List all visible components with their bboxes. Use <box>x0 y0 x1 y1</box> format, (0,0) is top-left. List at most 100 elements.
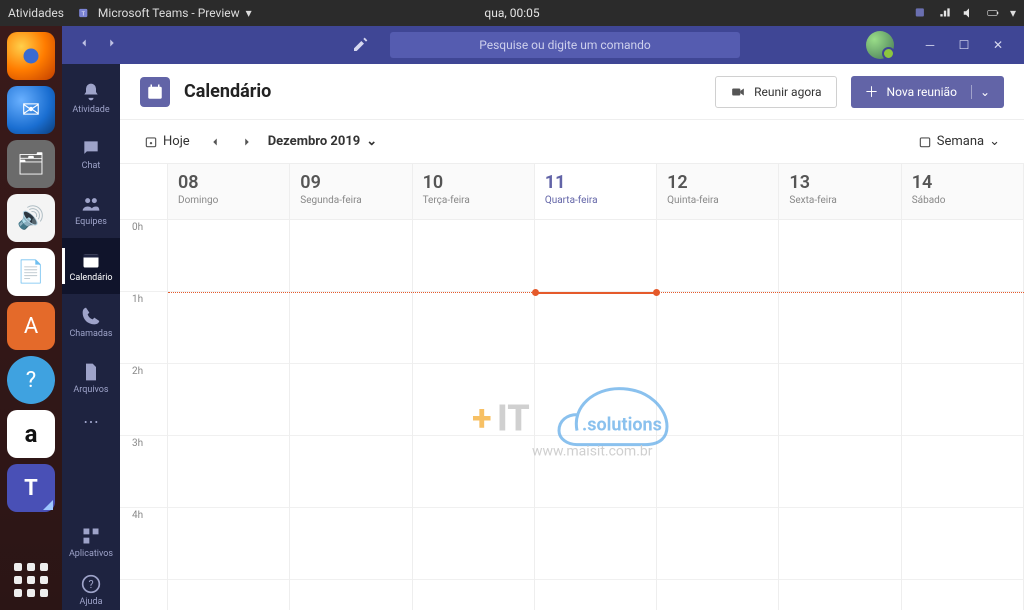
rail-calendar[interactable]: Calendário <box>62 238 120 294</box>
file-icon <box>81 362 101 382</box>
rail-activity[interactable]: Atividade <box>62 70 120 126</box>
meet-now-button[interactable]: Reunir agora <box>715 76 836 108</box>
chevron-right-icon <box>240 135 254 149</box>
calendar-view-icon <box>918 135 932 149</box>
calendar-header: Calendário Reunir agora ＋ Nova reunião ⌄ <box>120 64 1024 120</box>
day-name: Domingo <box>178 195 279 206</box>
nav-forward-button[interactable] <box>100 33 124 57</box>
view-picker[interactable]: Semana ⌄ <box>914 130 1004 153</box>
dock-thunderbird[interactable]: ✉ <box>7 86 55 134</box>
rail-label: Arquivos <box>73 385 108 395</box>
dock-firefox[interactable] <box>7 32 55 80</box>
day-number: 10 <box>423 172 524 193</box>
rail-label: Chat <box>82 161 101 171</box>
plus-icon: ＋ <box>865 82 879 102</box>
day-name: Terça-feira <box>423 195 524 206</box>
day-header[interactable]: 10 Terça-feira <box>413 164 535 220</box>
teams-icon: T <box>78 6 92 20</box>
hour-label: 3h <box>120 436 167 508</box>
day-header[interactable]: 12Quinta-feira <box>657 164 779 220</box>
hour-label: 1h <box>120 292 167 364</box>
day-name: Sexta-feira <box>789 195 890 206</box>
day-number: 14 <box>912 172 1013 193</box>
dock-show-apps[interactable] <box>7 556 55 604</box>
rail-help[interactable]: ? Ajuda <box>62 570 120 610</box>
day-column[interactable] <box>168 220 290 610</box>
app-menu[interactable]: T Microsoft Teams - Preview ▾ <box>78 6 252 20</box>
dock-files[interactable]: 🗂 <box>7 140 55 188</box>
hour-label: 4h <box>120 508 167 580</box>
rail-chat[interactable]: Chat <box>62 126 120 182</box>
next-week-button[interactable] <box>236 131 258 153</box>
help-icon: ? <box>81 574 101 594</box>
day-header[interactable]: 13Sexta-feira <box>779 164 901 220</box>
calendar-grid[interactable]: 0h1h2h3h4h 08Domingo09Segunda-feira10Ter… <box>120 164 1024 610</box>
rail-label: Calendário <box>69 273 112 283</box>
chevron-down-icon: ⌄ <box>366 134 377 149</box>
dock-amazon[interactable]: a <box>7 410 55 458</box>
system-tray[interactable]: ▾ <box>914 6 1016 20</box>
dock-help[interactable]: ? <box>7 356 55 404</box>
day-column[interactable] <box>413 220 535 610</box>
calendar-main: Calendário Reunir agora ＋ Nova reunião ⌄… <box>120 64 1024 610</box>
teams-icon <box>81 194 101 214</box>
day-header[interactable]: 14Sábado <box>902 164 1024 220</box>
day-header[interactable]: 11 Quarta-feira <box>535 164 657 220</box>
prev-week-button[interactable] <box>204 131 226 153</box>
day-name: Quarta-feira <box>545 195 646 206</box>
rail-more[interactable]: ⋯ <box>62 406 120 436</box>
activities-button[interactable]: Atividades <box>8 6 64 20</box>
calendar-glyph-icon <box>140 77 170 107</box>
calendar-toolbar: Hoje Dezembro 2019 ⌄ Semana ⌄ <box>120 120 1024 164</box>
avatar[interactable] <box>866 31 894 59</box>
current-time-line <box>168 292 1024 293</box>
day-column[interactable] <box>779 220 901 610</box>
network-icon <box>938 6 952 20</box>
window-close-button[interactable]: ✕ <box>982 31 1014 59</box>
ubuntu-dock: ✉ 🗂 🔊 📄 A ? a T <box>0 26 62 610</box>
month-picker[interactable]: Dezembro 2019 ⌄ <box>268 134 377 149</box>
compose-icon[interactable] <box>348 33 372 57</box>
day-number: 11 <box>545 172 646 193</box>
rail-label: Chamadas <box>69 329 112 339</box>
chevron-left-icon <box>208 135 222 149</box>
day-column[interactable] <box>902 220 1024 610</box>
day-number: 09 <box>300 172 401 193</box>
battery-icon <box>986 6 1000 20</box>
day-column[interactable] <box>290 220 412 610</box>
clock[interactable]: qua, 00:05 <box>484 6 539 20</box>
volume-icon <box>962 6 976 20</box>
dock-software[interactable]: A <box>7 302 55 350</box>
chevron-down-icon: ▾ <box>1010 6 1016 20</box>
rail-teams[interactable]: Equipes <box>62 182 120 238</box>
window-maximize-button[interactable]: ☐ <box>948 31 980 59</box>
more-icon: ⋯ <box>83 412 99 431</box>
day-header[interactable]: 08Domingo <box>168 164 290 220</box>
button-label: Nova reunião <box>887 85 957 99</box>
day-name: Segunda-feira <box>300 195 401 206</box>
dock-teams[interactable]: T <box>7 464 55 512</box>
dock-rhythmbox[interactable]: 🔊 <box>7 194 55 242</box>
nav-back-button[interactable] <box>72 33 96 57</box>
day-column[interactable] <box>657 220 779 610</box>
rail-calls[interactable]: Chamadas <box>62 294 120 350</box>
day-header[interactable]: 09 Segunda-feira <box>290 164 412 220</box>
teams-window: Pesquise ou digite um comando ─ ☐ ✕ Ativ… <box>62 26 1024 610</box>
new-meeting-button[interactable]: ＋ Nova reunião ⌄ <box>851 76 1004 108</box>
dock-libreoffice[interactable]: 📄 <box>7 248 55 296</box>
rail-apps[interactable]: Aplicativos <box>62 514 120 570</box>
rail-files[interactable]: Arquivos <box>62 350 120 406</box>
rail-label: Aplicativos <box>69 549 113 559</box>
teams-titlebar: Pesquise ou digite um comando ─ ☐ ✕ <box>62 26 1024 64</box>
phone-icon <box>81 306 101 326</box>
today-button[interactable]: Hoje <box>140 130 194 153</box>
month-label: Dezembro 2019 <box>268 134 361 149</box>
chevron-down-icon: ⌄ <box>989 134 1000 149</box>
apps-icon <box>81 526 101 546</box>
day-column[interactable] <box>535 220 657 610</box>
chevron-down-icon: ⌄ <box>971 85 990 99</box>
button-label: Reunir agora <box>754 85 821 99</box>
search-input[interactable]: Pesquise ou digite um comando <box>390 32 740 58</box>
calendar-small-icon <box>144 135 158 149</box>
window-minimize-button[interactable]: ─ <box>914 31 946 59</box>
